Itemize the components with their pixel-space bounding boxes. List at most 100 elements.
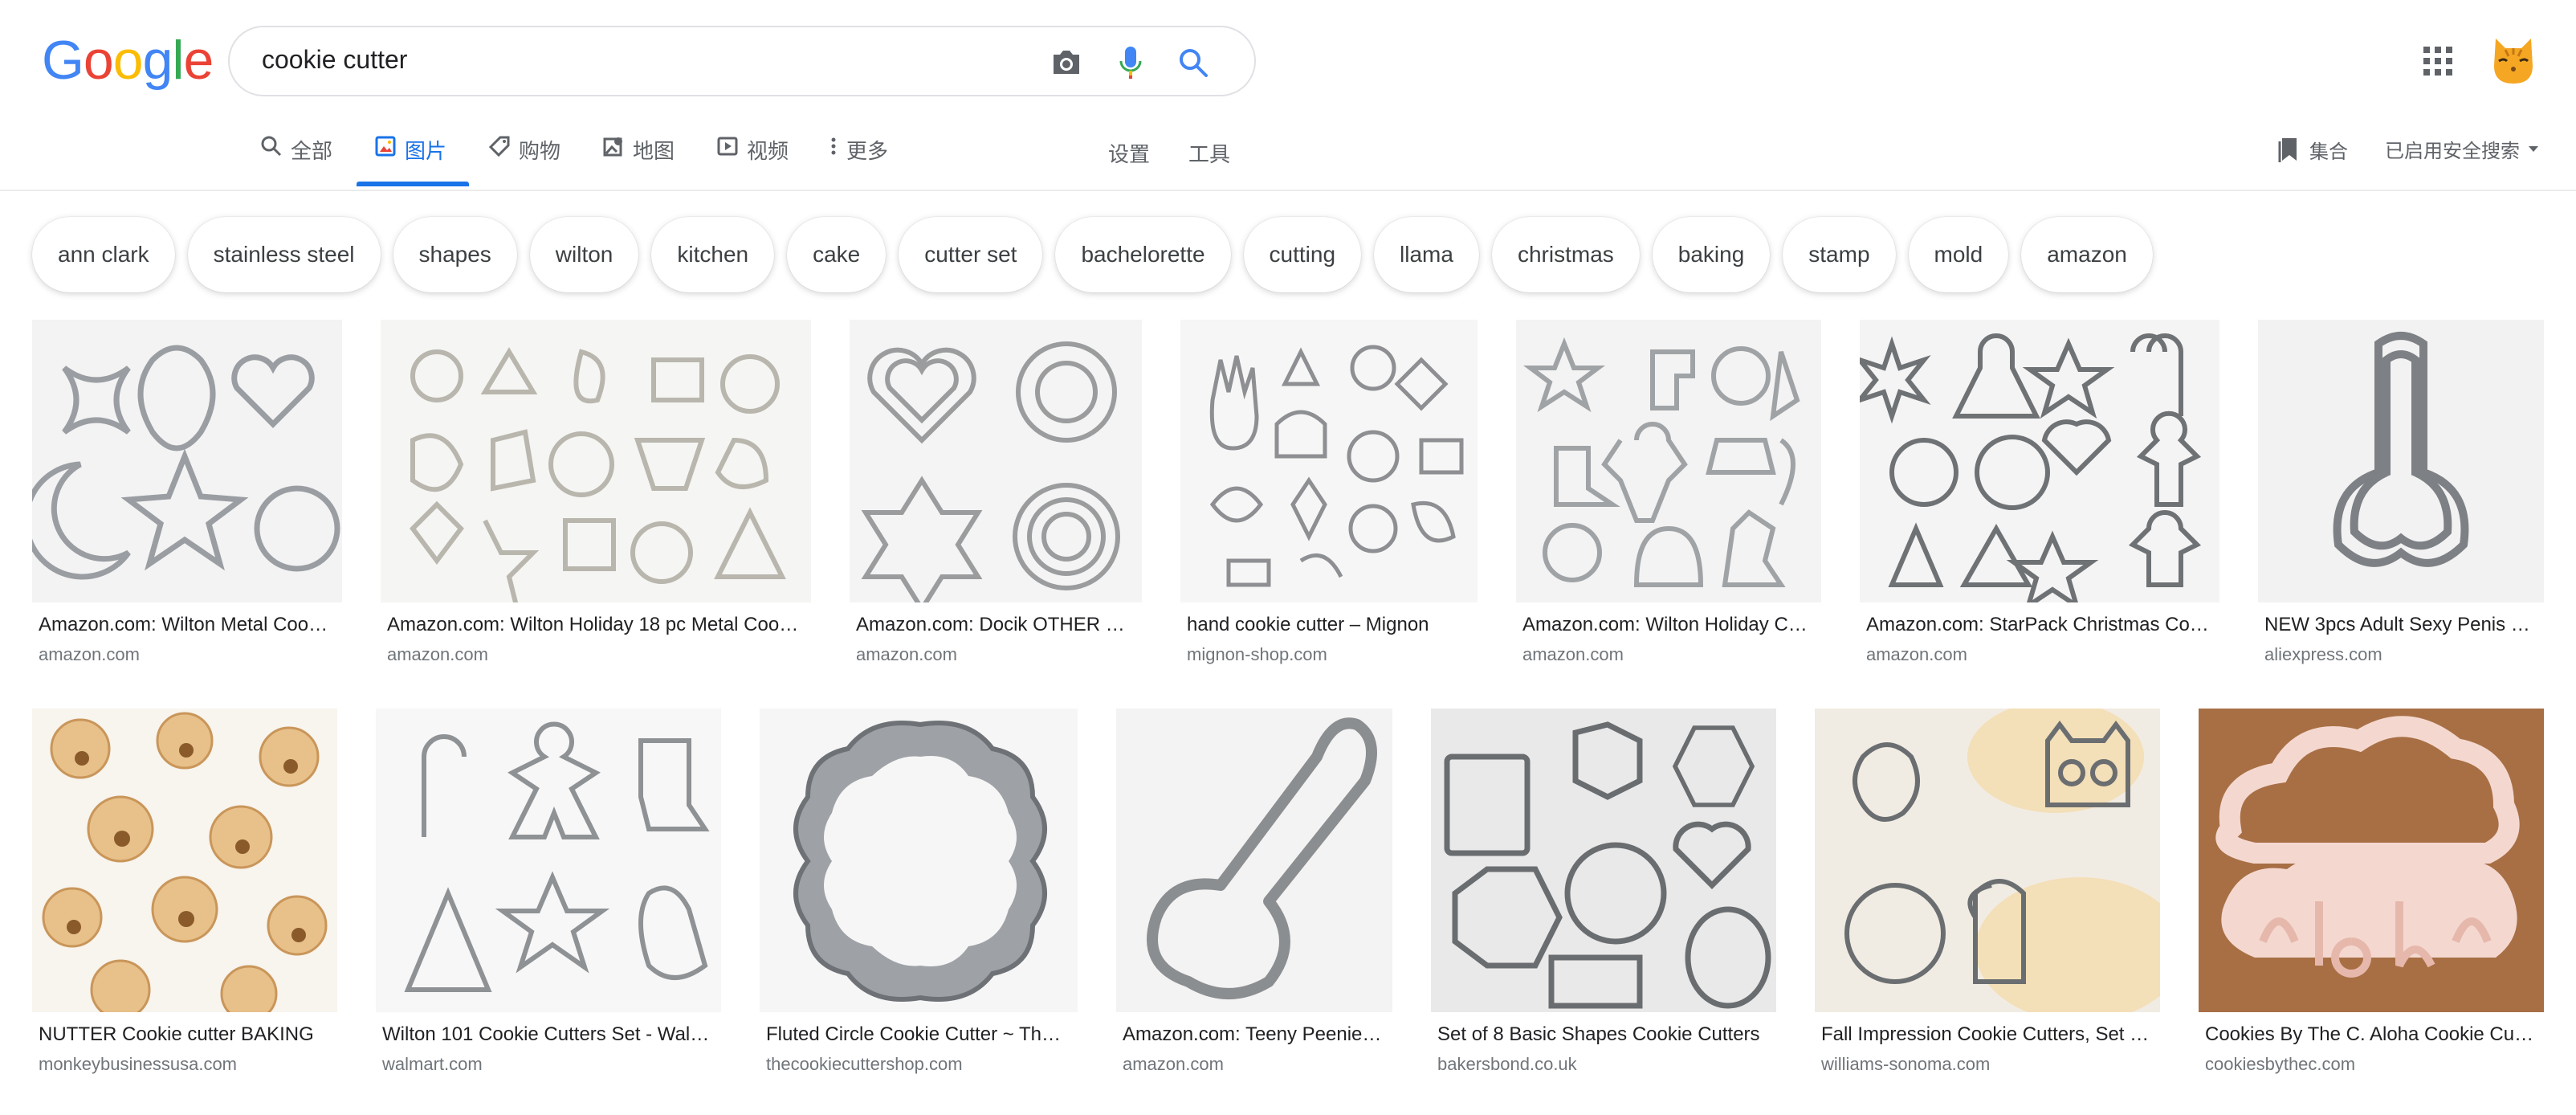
image-result[interactable]: Amazon.com: StarPack Christmas Cookie Cu… (1860, 320, 2219, 673)
bookmark-icon (2278, 138, 2297, 162)
microphone-icon[interactable] (1111, 43, 1150, 82)
tab-videos[interactable]: 视频 (716, 135, 789, 185)
tab-images[interactable]: 图片 (374, 135, 446, 185)
chip-baking[interactable]: baking (1652, 217, 1771, 292)
result-thumbnail[interactable] (376, 709, 721, 1012)
chip-cutting[interactable]: cutting (1243, 217, 1362, 292)
result-title[interactable]: Amazon.com: Wilton Holiday 18 pc Metal C… (387, 614, 805, 636)
image-result[interactable]: Wilton 101 Cookie Cutters Set - Walmart.… (376, 709, 721, 1086)
chip-cake[interactable]: cake (787, 217, 887, 292)
result-source: amazon.com (387, 644, 488, 664)
image-result[interactable]: Amazon.com: Wilton Holiday Cookie Cutter… (1516, 320, 1821, 673)
tab-all[interactable]: 全部 (260, 135, 332, 185)
apps-grid-icon[interactable] (2419, 42, 2457, 80)
image-result[interactable]: hand cookie cutter – Mignon mignon-shop.… (1180, 320, 1478, 673)
chip-ann-clark[interactable]: ann clark (32, 217, 175, 292)
image-result[interactable]: Amazon.com: Teeny Peenie Cookie Cutter a… (1116, 709, 1392, 1086)
chip-llama[interactable]: llama (1374, 217, 1479, 292)
tools-link[interactable]: 工具 (1188, 138, 1230, 168)
result-thumbnail[interactable] (1815, 709, 2160, 1012)
result-thumbnail[interactable] (32, 320, 342, 602)
result-title[interactable]: Fall Impression Cookie Cutters, Set of 3 (1821, 1023, 2154, 1046)
safe-search-label: 已启用安全搜索 (2385, 141, 2520, 162)
tab-label: 视频 (747, 139, 789, 163)
result-source: amazon.com (1522, 644, 1624, 664)
result-title[interactable]: Cookies By The C. Aloha Cookie Cutter (2205, 1023, 2537, 1046)
active-tab-indicator (357, 182, 469, 186)
result-source: mignon-shop.com (1187, 644, 1327, 664)
result-thumbnail[interactable] (2199, 709, 2544, 1012)
tab-label: 购物 (519, 139, 561, 163)
logo-letter: o (83, 30, 114, 91)
result-thumbnail[interactable] (760, 709, 1078, 1012)
chip-wilton[interactable]: wilton (529, 217, 639, 292)
chip-amazon[interactable]: amazon (2021, 217, 2153, 292)
more-vert-icon (831, 137, 836, 155)
result-title[interactable]: Set of 8 Basic Shapes Cookie Cutters (1437, 1023, 1770, 1046)
chip-shapes[interactable]: shapes (393, 217, 517, 292)
tab-maps[interactable]: 地图 (602, 135, 675, 185)
result-thumbnail[interactable] (850, 320, 1142, 602)
image-result[interactable]: NEW 3pcs Adult Sexy Penis Cookie Cutter … (2258, 320, 2544, 673)
search-input[interactable]: cookie cutter (262, 45, 407, 75)
result-source: thecookiecuttershop.com (766, 1054, 963, 1074)
result-title[interactable]: Amazon.com: Docik OTHER Cookie Cutter Se… (856, 614, 1135, 636)
chip-cutter-set[interactable]: cutter set (899, 217, 1043, 292)
result-title[interactable]: NUTTER Cookie cutter BAKING (39, 1023, 331, 1046)
result-thumbnail[interactable] (1116, 709, 1392, 1012)
result-title[interactable]: Amazon.com: Wilton Holiday Cookie Cutter… (1522, 614, 1815, 636)
chip-stainless-steel[interactable]: stainless steel (187, 217, 381, 292)
result-source: amazon.com (1866, 644, 1967, 664)
result-thumbnail[interactable] (381, 320, 811, 602)
image-result[interactable]: Fluted Circle Cookie Cutter ~ The Cookie… (760, 709, 1078, 1086)
image-result[interactable]: NUTTER Cookie cutter BAKING monkeybusine… (32, 709, 337, 1086)
image-result[interactable]: Amazon.com: Wilton Holiday 18 pc Metal C… (381, 320, 811, 673)
logo-letter: e (183, 30, 214, 91)
result-title[interactable]: Amazon.com: Teeny Peenie Cookie Cutter (1123, 1023, 1386, 1046)
tab-label: 图片 (405, 139, 447, 163)
result-thumbnail[interactable] (2258, 320, 2544, 602)
result-source: monkeybusinessusa.com (39, 1054, 238, 1074)
result-source: amazon.com (856, 644, 957, 664)
search-icon[interactable] (1174, 43, 1213, 82)
account-avatar[interactable] (2484, 29, 2542, 87)
map-icon (603, 137, 622, 157)
result-source: bakersbond.co.uk (1437, 1054, 1577, 1074)
tab-shopping[interactable]: 购物 (488, 135, 560, 185)
tab-more[interactable]: 更多 (829, 135, 888, 185)
image-result[interactable]: Amazon.com: Docik OTHER Cookie Cutter Se… (850, 320, 1142, 673)
result-title[interactable]: Wilton 101 Cookie Cutters Set - Walmart.… (382, 1023, 715, 1046)
camera-icon[interactable] (1047, 43, 1086, 82)
image-result[interactable]: Fall Impression Cookie Cutters, Set of 3… (1815, 709, 2160, 1086)
result-title[interactable]: hand cookie cutter – Mignon (1187, 614, 1471, 636)
result-thumbnail[interactable] (1431, 709, 1776, 1012)
result-thumbnail[interactable] (1860, 320, 2219, 602)
image-result[interactable]: Set of 8 Basic Shapes Cookie Cutters bak… (1431, 709, 1776, 1086)
result-title[interactable]: Amazon.com: StarPack Christmas Cookie Cu… (1866, 614, 2213, 636)
result-thumbnail[interactable] (1180, 320, 1478, 602)
logo-letter: G (42, 30, 84, 91)
image-result[interactable]: Cookies By The C. Aloha Cookie Cutter co… (2199, 709, 2544, 1086)
result-title[interactable]: Amazon.com: Wilton Metal Cookie Cutter S… (39, 614, 336, 636)
chip-stamp[interactable]: stamp (1783, 217, 1896, 292)
result-title[interactable]: Fluted Circle Cookie Cutter ~ The Cookie… (766, 1023, 1071, 1046)
search-box[interactable]: cookie cutter (228, 26, 1256, 96)
chip-kitchen[interactable]: kitchen (651, 217, 775, 292)
logo-letter: g (142, 30, 173, 91)
chip-bachelorette[interactable]: bachelorette (1055, 217, 1231, 292)
result-title[interactable]: NEW 3pcs Adult Sexy Penis Cookie Cutter (2264, 614, 2537, 636)
chip-mold[interactable]: mold (1908, 217, 2009, 292)
settings-link[interactable]: 设置 (1108, 138, 1150, 168)
collections-link[interactable]: 集合 (2277, 135, 2348, 164)
tab-label: 地图 (633, 139, 675, 163)
google-logo[interactable]: Google (42, 30, 214, 91)
result-thumbnail[interactable] (32, 709, 337, 1012)
safe-search-dropdown[interactable]: 已启用安全搜索 (2385, 135, 2539, 163)
logo-letter: l (172, 30, 184, 91)
result-thumbnail[interactable] (1516, 320, 1821, 602)
chip-christmas[interactable]: christmas (1491, 217, 1640, 292)
tag-icon (488, 136, 510, 157)
image-icon (375, 136, 396, 157)
search-icon (261, 136, 282, 157)
image-result[interactable]: Amazon.com: Wilton Metal Cookie Cutter S… (32, 320, 342, 673)
